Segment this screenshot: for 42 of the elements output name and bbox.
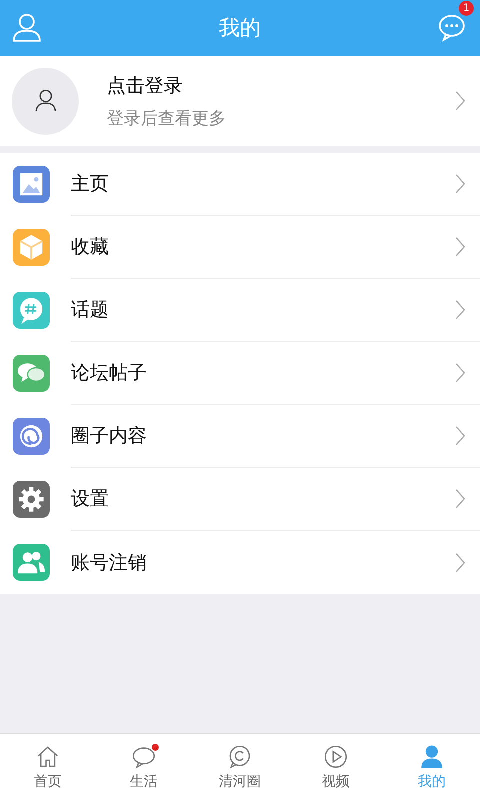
profile-icon[interactable] xyxy=(12,13,42,43)
menu-item[interactable]: 话题 xyxy=(0,279,480,342)
menu-label: 圈子内容 xyxy=(71,424,147,449)
play-icon xyxy=(323,744,349,770)
tab-label: 首页 xyxy=(34,772,62,790)
menu-label: 话题 xyxy=(71,298,109,323)
menu-label: 设置 xyxy=(71,487,109,512)
chevron-icon xyxy=(455,237,466,257)
menu-item[interactable]: 设置 xyxy=(0,468,480,531)
chevron-icon xyxy=(455,174,466,194)
menu-item[interactable]: 收藏 xyxy=(0,216,480,279)
tab-label: 我的 xyxy=(418,772,446,790)
chat-ring-icon xyxy=(227,744,253,770)
tab[interactable]: 清河圈 xyxy=(192,734,288,800)
tab-label: 生活 xyxy=(130,772,158,790)
login-hint: 登录后查看更多 xyxy=(107,108,226,130)
chevron-icon xyxy=(455,363,466,383)
tab-label: 视频 xyxy=(322,772,350,790)
chevron-icon xyxy=(455,489,466,509)
chevron-icon xyxy=(455,552,466,572)
login-title: 点击登录 xyxy=(107,74,183,98)
tab[interactable]: 首页 xyxy=(0,734,96,800)
notification-badge: 1 xyxy=(459,1,474,16)
tab[interactable]: 视频 xyxy=(288,734,384,800)
chat-icon[interactable] xyxy=(438,13,468,43)
person-icon xyxy=(419,744,445,770)
menu-label: 账号注销 xyxy=(71,550,147,576)
tab-label: 清河圈 xyxy=(219,772,261,790)
login-row[interactable]: 点击登录 登录后查看更多 xyxy=(0,56,480,146)
menu-label: 收藏 xyxy=(71,235,109,260)
menu-item[interactable]: 论坛帖子 xyxy=(0,342,480,405)
menu-item[interactable]: 主页 xyxy=(0,153,480,216)
chevron-icon xyxy=(455,91,466,111)
chevron-icon xyxy=(455,300,466,320)
menu-label: 主页 xyxy=(71,172,109,197)
menu-item[interactable]: 账号注销 xyxy=(0,531,480,594)
menu-label: 论坛帖子 xyxy=(71,361,147,386)
page-title: 我的 xyxy=(219,15,261,42)
tab[interactable]: 生活 xyxy=(96,734,192,800)
chevron-icon xyxy=(455,426,466,446)
menu-item[interactable]: 圈子内容 xyxy=(0,405,480,468)
person-icon xyxy=(34,89,58,113)
